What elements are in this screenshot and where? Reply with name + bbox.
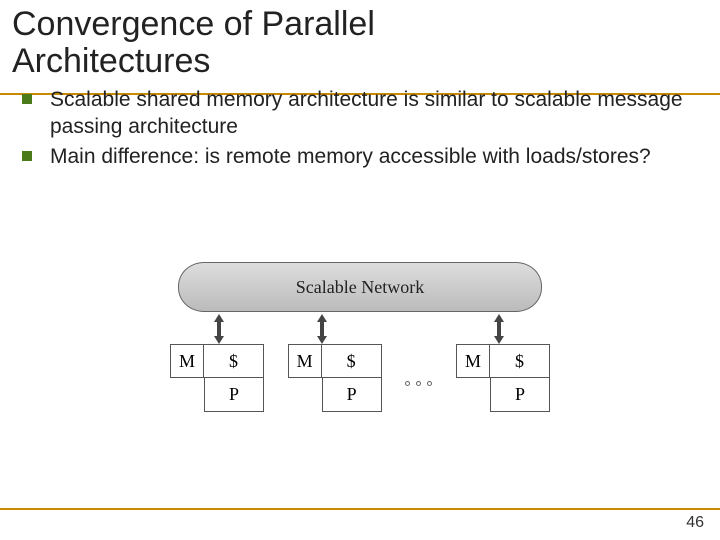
memory-cell: M — [170, 344, 204, 378]
memory-cell: M — [456, 344, 490, 378]
slide-number: 46 — [686, 514, 704, 532]
nodes-row: M $ P M $ P M $ P — [170, 344, 550, 412]
bullet-item: Main difference: is remote memory access… — [22, 143, 698, 170]
square-bullet-icon — [22, 94, 32, 104]
content-area: Scalable shared memory architecture is s… — [22, 86, 698, 172]
title-line-1: Convergence of Parallel — [12, 5, 375, 43]
title-line-2: Architectures — [12, 42, 210, 80]
cache-cell: $ — [490, 344, 550, 378]
processor-cell: P — [204, 378, 264, 412]
node-block: M $ P — [288, 344, 382, 412]
double-arrow-icon — [492, 314, 506, 344]
double-arrow-icon — [315, 314, 329, 344]
double-arrow-icon — [212, 314, 226, 344]
cache-cell: $ — [322, 344, 382, 378]
bullet-text: Scalable shared memory architecture is s… — [50, 86, 698, 141]
bullet-text: Main difference: is remote memory access… — [50, 143, 651, 170]
ellipsis-icon — [405, 381, 432, 386]
processor-cell: P — [322, 378, 382, 412]
architecture-diagram: Scalable Network M $ P M $ P — [170, 262, 550, 412]
network-label: Scalable Network — [296, 277, 424, 298]
node-block: M $ P — [170, 344, 264, 412]
network-oval: Scalable Network — [178, 262, 542, 312]
footer-divider — [0, 508, 720, 510]
square-bullet-icon — [22, 151, 32, 161]
slide-title: Convergence of Parallel Architectures — [0, 0, 720, 79]
processor-cell: P — [490, 378, 550, 412]
node-block: M $ P — [456, 344, 550, 412]
bullet-item: Scalable shared memory architecture is s… — [22, 86, 698, 141]
memory-cell: M — [288, 344, 322, 378]
arrows-row — [178, 314, 542, 344]
cache-cell: $ — [204, 344, 264, 378]
